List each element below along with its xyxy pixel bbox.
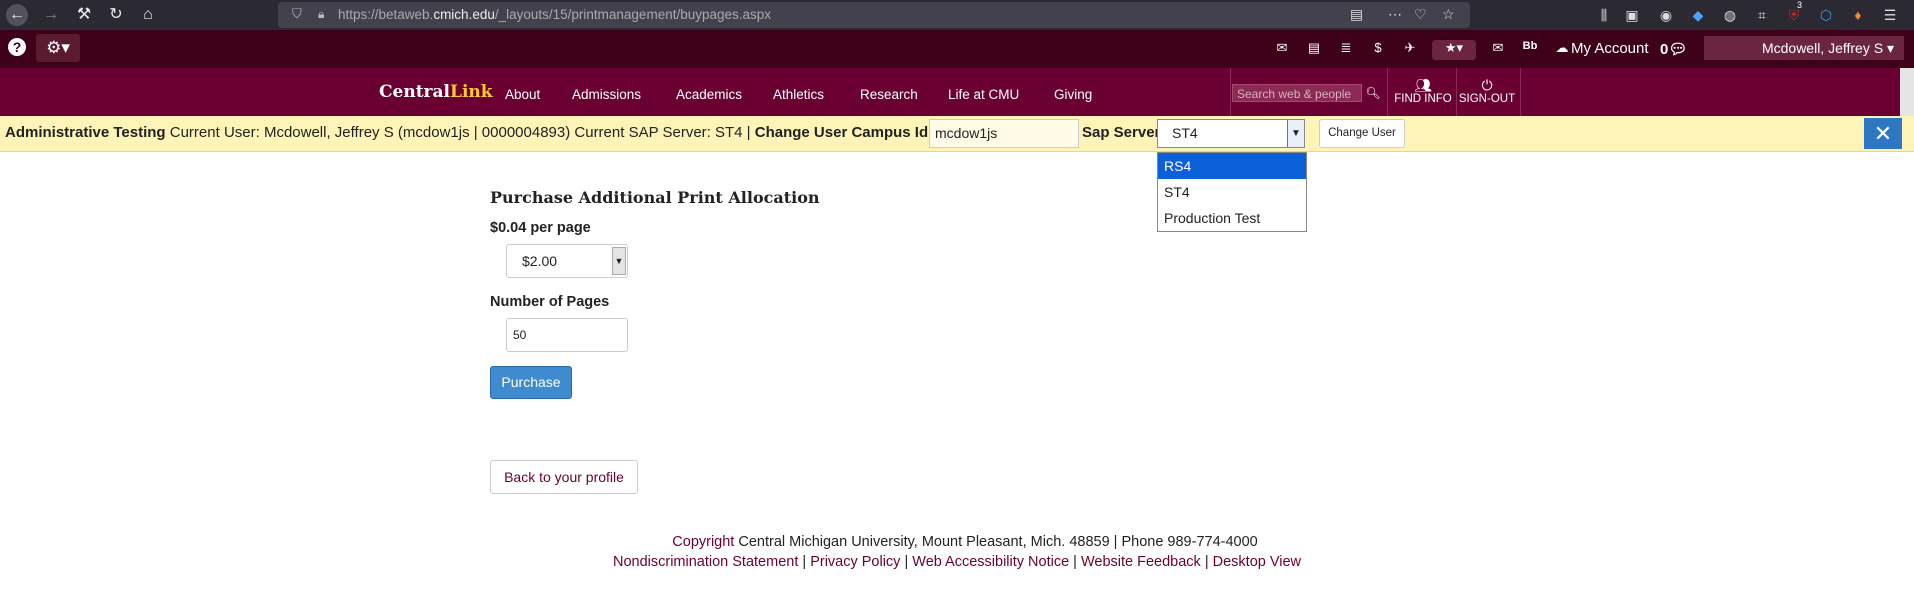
nav-divider xyxy=(1230,68,1231,116)
extension-icon[interactable]: ◉ xyxy=(1656,5,1676,25)
tracking-shield-icon[interactable]: ⛉ xyxy=(292,6,302,22)
help-icon[interactable]: ? xyxy=(8,38,26,56)
reader-view-icon[interactable]: ▤ xyxy=(1350,6,1363,23)
web-accessibility-link[interactable]: Web Accessibility Notice xyxy=(912,554,1069,570)
change-user-button[interactable]: Change User xyxy=(1319,119,1405,148)
sap-server-label: Sap Server xyxy=(1082,124,1161,141)
nav-item-giving[interactable]: Giving xyxy=(1054,87,1092,102)
sap-option-production-test[interactable]: Production Test xyxy=(1158,205,1306,231)
lock-icon[interactable]: 🔒︎ xyxy=(318,7,324,22)
hex-extension-icon[interactable]: ⬡ xyxy=(1816,5,1836,25)
footer: Copyright Central Michigan University, M… xyxy=(612,534,1302,570)
chat-bubble-icon: 💬︎ xyxy=(1668,41,1688,58)
sap-option-rs4[interactable]: RS4 xyxy=(1158,153,1306,179)
people-icon: 👥︎ xyxy=(1414,77,1432,93)
search-icon[interactable]: 🔍︎ xyxy=(1363,84,1383,102)
power-icon: ⏻ xyxy=(1481,77,1493,93)
nav-item-research[interactable]: Research xyxy=(860,87,918,102)
utility-icons: ✉ ▤ ≣ $ ✈ ★▾ ✉ Bb ☁ xyxy=(1272,40,1572,60)
nav-item-life-at-cmu[interactable]: Life at CMU xyxy=(948,87,1019,102)
sign-out-button[interactable]: ⏻ SIGN-OUT xyxy=(1457,78,1517,106)
nav-item-athletics[interactable]: Athletics xyxy=(773,87,824,102)
close-icon[interactable]: ✕ xyxy=(1864,118,1902,149)
database-icon[interactable]: ≣ xyxy=(1336,40,1356,60)
find-info-button[interactable]: 👥︎ FIND INFO xyxy=(1393,78,1453,106)
globe-extension-icon[interactable]: ◍ xyxy=(1720,5,1740,25)
scrollbar[interactable] xyxy=(1900,68,1914,116)
search-input[interactable]: Search web & people xyxy=(1232,84,1362,102)
cloud-icon[interactable]: ☁ xyxy=(1552,40,1572,60)
my-account-link[interactable]: My Account xyxy=(1571,40,1649,57)
library-icon[interactable]: ⫼ xyxy=(1594,5,1614,25)
sap-server-select[interactable]: ST4 ▼ xyxy=(1157,119,1305,148)
nav-divider xyxy=(1520,68,1521,116)
browser-toolbar: ← → ⚒ ↻ ⌂ ⛉ 🔒︎ https://betaweb.cmich.edu… xyxy=(0,0,1914,30)
nav-item-academics[interactable]: Academics xyxy=(676,87,742,102)
url-text[interactable]: https://betaweb.cmich.edu/_layouts/15/pr… xyxy=(338,7,771,22)
reload-icon[interactable]: ↻ xyxy=(105,4,127,26)
admin-testing-bar: Administrative Testing Current User: Mcd… xyxy=(0,116,1914,152)
bottle-extension-icon[interactable]: ♦ xyxy=(1848,5,1868,25)
settings-gear-icon[interactable]: ⚙▾ xyxy=(36,34,80,62)
email-icon[interactable]: ✉ xyxy=(1272,40,1292,60)
sap-option-st4[interactable]: ST4 xyxy=(1158,179,1306,205)
page-title: Purchase Additional Print Allocation xyxy=(490,188,820,207)
wrench-icon[interactable]: ⚒ xyxy=(73,4,95,26)
bookmark-star-icon[interactable]: ☆ xyxy=(1442,6,1455,23)
favorites-star-icon[interactable]: ★▾ xyxy=(1432,40,1476,60)
main-navigation: CentralLink About Admissions Academics A… xyxy=(0,68,1914,116)
nav-item-admissions[interactable]: Admissions xyxy=(572,87,641,102)
pocket-icon[interactable]: ♡ xyxy=(1414,6,1427,23)
menu-icon[interactable]: ☰ xyxy=(1880,5,1900,25)
back-arrow-icon[interactable]: ← xyxy=(6,4,28,26)
admin-status-text: Administrative Testing Current User: Mcd… xyxy=(5,124,1007,141)
footer-address: Central Michigan University, Mount Pleas… xyxy=(734,534,1258,550)
nav-divider xyxy=(1387,68,1388,116)
amount-select[interactable]: $2.00 ▼ xyxy=(506,244,628,278)
notification-count[interactable]: 0💬︎ xyxy=(1660,40,1687,58)
nondiscrimination-link[interactable]: Nondiscrimination Statement xyxy=(613,554,798,570)
ublock-badge: 3 xyxy=(1797,0,1803,10)
dollar-doc-icon[interactable]: $ xyxy=(1368,40,1388,60)
nav-item-about[interactable]: About xyxy=(505,87,540,102)
home-icon[interactable]: ⌂ xyxy=(137,4,159,26)
plane-icon[interactable]: ✈ xyxy=(1400,40,1420,60)
number-of-pages-label: Number of Pages xyxy=(490,294,610,310)
copyright-link[interactable]: Copyright xyxy=(672,534,734,550)
grid-extension-icon[interactable]: ⌗ xyxy=(1752,5,1772,25)
centrallink-logo[interactable]: CentralLink xyxy=(379,82,493,102)
blackboard-icon[interactable]: Bb xyxy=(1520,40,1540,60)
sidebar-icon[interactable]: ▣ xyxy=(1622,5,1642,25)
desktop-view-link[interactable]: Desktop View xyxy=(1213,554,1301,570)
sap-server-options: RS4 ST4 Production Test xyxy=(1157,152,1307,232)
id-card-icon[interactable]: ▤ xyxy=(1304,40,1324,60)
price-per-page-label: $0.04 per page xyxy=(490,220,591,236)
mail-icon[interactable]: ✉ xyxy=(1488,40,1508,60)
purchase-button[interactable]: Purchase xyxy=(490,366,572,399)
privacy-policy-link[interactable]: Privacy Policy xyxy=(810,554,900,570)
gem-extension-icon[interactable]: ◆ xyxy=(1688,5,1708,25)
campus-id-input[interactable]: mcdow1js xyxy=(929,119,1079,148)
user-dropdown[interactable]: Mcdowell, Jeffrey S ▾ xyxy=(1704,36,1904,60)
back-to-profile-button[interactable]: Back to your profile xyxy=(490,460,638,494)
page-actions-icon[interactable]: ⋯ xyxy=(1388,6,1402,23)
forward-arrow-icon[interactable]: → xyxy=(40,4,62,26)
address-bar[interactable]: ⛉ 🔒︎ https://betaweb.cmich.edu/_layouts/… xyxy=(278,2,1470,28)
chevron-down-icon[interactable]: ▼ xyxy=(1287,120,1304,147)
chevron-down-icon[interactable]: ▼ xyxy=(612,247,626,275)
utility-bar: ? ⚙▾ ✉ ▤ ≣ $ ✈ ★▾ ✉ Bb ☁ My Account 0💬︎ … xyxy=(0,30,1914,69)
number-of-pages-input[interactable]: 50 xyxy=(506,318,628,352)
website-feedback-link[interactable]: Website Feedback xyxy=(1081,554,1201,570)
